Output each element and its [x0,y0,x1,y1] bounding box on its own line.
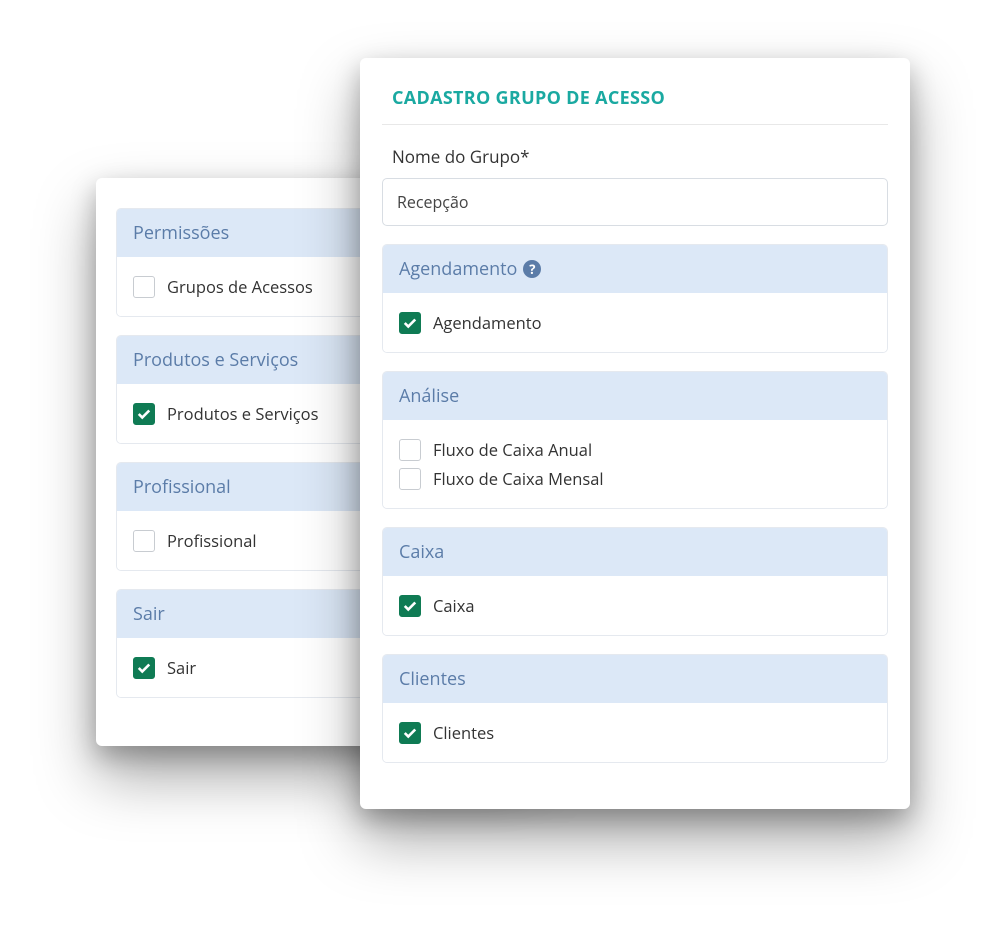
permission-row: Agendamento [399,311,871,334]
group-header: Clientes [383,655,887,703]
permission-label: Grupos de Acessos [167,275,313,298]
checkbox-profissional[interactable] [133,530,155,552]
group-title: Sair [133,602,165,626]
group-name-input[interactable] [382,178,888,226]
group-name-label: Nome do Grupo* [382,145,888,168]
checkbox-grupos-de-acessos[interactable] [133,276,155,298]
group-title: Permissões [133,221,229,245]
group-analise: Análise Fluxo de Caixa Anual Fluxo de Ca… [382,371,888,509]
permission-row: Fluxo de Caixa Mensal [399,467,871,490]
group-title: Produtos e Serviços [133,348,298,372]
group-title: Agendamento [399,257,517,281]
group-header: Análise [383,372,887,420]
checkbox-clientes[interactable] [399,722,421,744]
checkbox-caixa[interactable] [399,595,421,617]
checkbox-fluxo-caixa-anual[interactable] [399,439,421,461]
permission-label: Fluxo de Caixa Anual [433,438,592,461]
permission-row: Fluxo de Caixa Anual [399,438,871,461]
checkbox-agendamento[interactable] [399,312,421,334]
group-title: Clientes [399,667,466,691]
group-title: Caixa [399,540,444,564]
permission-label: Fluxo de Caixa Mensal [433,467,604,490]
access-group-form-card: CADASTRO GRUPO DE ACESSO Nome do Grupo* … [360,58,910,809]
help-icon[interactable]: ? [523,260,541,278]
group-body: Clientes [383,703,887,762]
permission-row: Caixa [399,594,871,617]
permission-label: Caixa [433,594,475,617]
group-header: Caixa [383,528,887,576]
checkbox-produtos-servicos[interactable] [133,403,155,425]
group-title: Análise [399,384,459,408]
group-agendamento: Agendamento ? Agendamento [382,244,888,353]
permission-label: Produtos e Serviços [167,402,318,425]
permission-label: Agendamento [433,311,542,334]
group-header: Agendamento ? [383,245,887,293]
divider [382,124,888,125]
group-title: Profissional [133,475,231,499]
page-title: CADASTRO GRUPO DE ACESSO [382,86,888,110]
permission-label: Clientes [433,721,494,744]
permission-row: Clientes [399,721,871,744]
permission-label: Profissional [167,529,257,552]
checkbox-fluxo-caixa-mensal[interactable] [399,468,421,490]
permission-label: Sair [167,656,196,679]
group-body: Agendamento [383,293,887,352]
group-caixa: Caixa Caixa [382,527,888,636]
group-body: Caixa [383,576,887,635]
checkbox-sair[interactable] [133,657,155,679]
group-body: Fluxo de Caixa Anual Fluxo de Caixa Mens… [383,420,887,508]
group-clientes: Clientes Clientes [382,654,888,763]
